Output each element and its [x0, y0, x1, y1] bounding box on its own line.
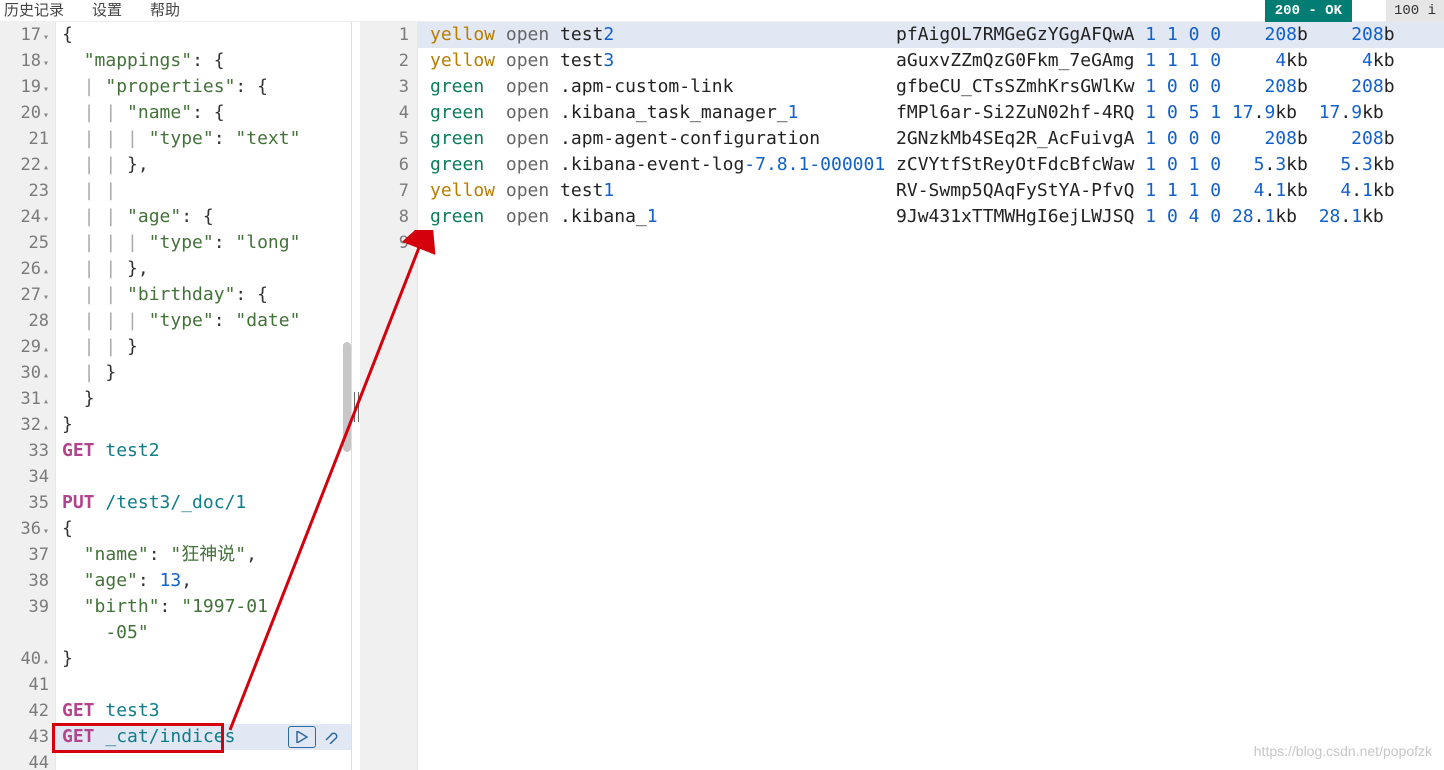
line-number: 30 [0, 360, 49, 386]
code-line[interactable]: "name": "狂神说", [62, 542, 351, 568]
wrench-icon [324, 730, 340, 744]
code-line[interactable]: | | }, [62, 256, 351, 282]
code-line[interactable] [62, 672, 351, 698]
menu-history[interactable]: 历史记录 [4, 0, 64, 24]
output-line: yellow open test3 aGuxvZZmQzG0Fkm_7eGAmg… [430, 48, 1444, 74]
line-number [0, 620, 49, 646]
line-actions [288, 724, 346, 750]
line-number: 31 [0, 386, 49, 412]
code-line[interactable]: | | | "type": "date" [62, 308, 351, 334]
line-number: 21 [0, 126, 49, 152]
play-icon [296, 731, 308, 743]
output-line: green open .kibana-event-log-7.8.1-00000… [430, 152, 1444, 178]
code-line[interactable]: } [62, 412, 351, 438]
editor-gutter: 1718192021222324252627282930313233343536… [0, 22, 56, 770]
code-line[interactable]: } [62, 646, 351, 672]
line-number: 6 [360, 152, 409, 178]
watermark: https://blog.csdn.net/popofzk [1254, 738, 1432, 764]
output-gutter: 123456789 [360, 22, 418, 770]
line-number: 33 [0, 438, 49, 464]
code-line[interactable] [62, 750, 351, 770]
output-line: yellow open test2 pfAigOL7RMGeGzYGgAFQwA… [418, 22, 1444, 48]
code-line[interactable]: | | }, [62, 152, 351, 178]
code-line[interactable]: | "properties": { [62, 74, 351, 100]
line-number: 44 [0, 750, 49, 770]
line-number: 1 [360, 22, 409, 48]
code-line[interactable]: PUT /test3/_doc/1 [62, 490, 351, 516]
output-line [430, 230, 1444, 256]
line-number: 29 [0, 334, 49, 360]
code-line[interactable]: | | "birthday": { [62, 282, 351, 308]
line-number: 34 [0, 464, 49, 490]
code-line[interactable]: | | [62, 178, 351, 204]
line-number: 37 [0, 542, 49, 568]
code-line[interactable]: } [62, 386, 351, 412]
line-number: 26 [0, 256, 49, 282]
code-line[interactable]: | | "age": { [62, 204, 351, 230]
line-number: 8 [360, 204, 409, 230]
code-line[interactable]: "birth": "1997-01 [62, 594, 351, 620]
editor-scrollbar[interactable] [343, 342, 351, 452]
menu-settings[interactable]: 设置 [92, 0, 122, 24]
editor-code[interactable]: { "mappings": { | "properties": { | | "n… [56, 22, 351, 770]
line-number: 43 [0, 724, 49, 750]
code-line[interactable]: | | } [62, 334, 351, 360]
output-line: green open .apm-custom-link gfbeCU_CTsSZ… [430, 74, 1444, 100]
code-line[interactable]: "age": 13, [62, 568, 351, 594]
code-line[interactable]: -05" [62, 620, 351, 646]
code-line[interactable]: | | "name": { [62, 100, 351, 126]
line-number: 20 [0, 100, 49, 126]
options-button[interactable] [318, 726, 346, 748]
code-line[interactable]: GET test3 [62, 698, 351, 724]
output-line: green open .apm-agent-configuration 2GNz… [430, 126, 1444, 152]
line-number: 22 [0, 152, 49, 178]
line-number: 28 [0, 308, 49, 334]
line-number: 7 [360, 178, 409, 204]
line-number: 36 [0, 516, 49, 542]
line-number: 24 [0, 204, 49, 230]
line-number: 39 [0, 594, 49, 620]
output-line: yellow open test1 RV-Swmp5QAqFyStYA-PfvQ… [430, 178, 1444, 204]
code-line[interactable] [62, 464, 351, 490]
code-line[interactable]: | | | "type": "text" [62, 126, 351, 152]
send-request-button[interactable] [288, 726, 316, 748]
line-number: 27 [0, 282, 49, 308]
line-number: 19 [0, 74, 49, 100]
output-text: yellow open test2 pfAigOL7RMGeGzYGgAFQwA… [418, 22, 1444, 256]
code-line[interactable]: "mappings": { [62, 48, 351, 74]
code-line[interactable]: | | | "type": "long" [62, 230, 351, 256]
line-number: 32 [0, 412, 49, 438]
code-line[interactable]: { [62, 516, 351, 542]
line-number: 5 [360, 126, 409, 152]
response-output[interactable]: 123456789 yellow open test2 pfAigOL7RMGe… [360, 22, 1444, 770]
line-number: 2 [360, 48, 409, 74]
line-number: 41 [0, 672, 49, 698]
code-line[interactable]: { [62, 22, 351, 48]
line-number: 4 [360, 100, 409, 126]
line-number: 38 [0, 568, 49, 594]
line-number: 25 [0, 230, 49, 256]
pane-divider[interactable] [352, 22, 360, 770]
divider-grip-icon [354, 392, 359, 422]
menubar: 历史记录 设置 帮助 200 - OK 100 i [0, 0, 1444, 22]
line-number: 3 [360, 74, 409, 100]
request-editor[interactable]: 1718192021222324252627282930313233343536… [0, 22, 352, 770]
line-number: 17 [0, 22, 49, 48]
menu-help[interactable]: 帮助 [150, 0, 180, 24]
line-number: 18 [0, 48, 49, 74]
line-number: 42 [0, 698, 49, 724]
output-line: green open .kibana_task_manager_1 fMPl6a… [430, 100, 1444, 126]
line-number: 40 [0, 646, 49, 672]
code-line[interactable]: | } [62, 360, 351, 386]
code-line[interactable]: GET test2 [62, 438, 351, 464]
line-number: 35 [0, 490, 49, 516]
line-number: 9 [360, 230, 409, 256]
line-number: 23 [0, 178, 49, 204]
output-line: green open .kibana_1 9Jw431xTTMWHgI6ejLW… [430, 204, 1444, 230]
